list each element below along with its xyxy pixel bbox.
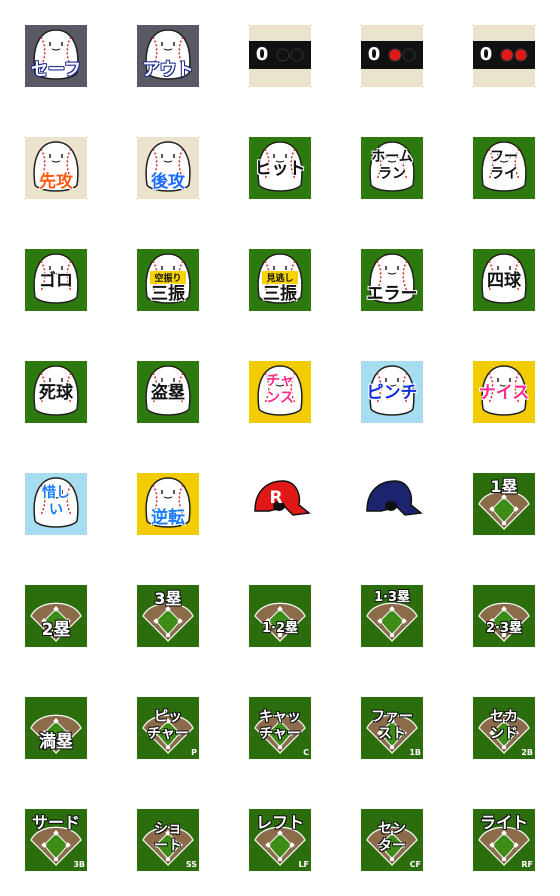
sticker-label: セカ ンド xyxy=(490,709,518,742)
sticker-label: ピッ チャー xyxy=(147,709,189,742)
sticker-tile[interactable]: チャ ンス xyxy=(249,361,311,423)
sticker-tile[interactable]: ナイス xyxy=(473,361,535,423)
sticker-label: 2·3塁 xyxy=(485,621,523,636)
sticker-label: チャ ンス xyxy=(266,373,294,406)
position-abbrev: P xyxy=(191,748,197,757)
sticker-label: R xyxy=(269,488,283,508)
sticker-tile[interactable]: サード 3B xyxy=(25,809,87,871)
position-abbrev: C xyxy=(303,748,309,757)
sticker-tile[interactable]: ヒット xyxy=(249,137,311,199)
sticker-tile[interactable]: R xyxy=(249,473,311,535)
sticker-tile[interactable]: ホーム ラン xyxy=(361,137,423,199)
sticker-label: 先攻 xyxy=(39,172,73,192)
sticker-tile[interactable]: ピッ チャー P xyxy=(137,697,199,759)
sticker-label: 後攻 xyxy=(151,172,185,192)
sticker-tile[interactable]: 2塁 xyxy=(25,585,87,647)
sticker-tile[interactable]: セーフ xyxy=(25,25,87,87)
sticker-label: 3塁 xyxy=(154,589,182,608)
sticker-label: 逆転 xyxy=(151,508,185,528)
sticker-tile[interactable]: エラー xyxy=(361,249,423,311)
sticker-tile[interactable]: 空振り 三振 xyxy=(137,249,199,311)
sticker-label: レフト xyxy=(255,813,304,832)
position-abbrev: 3B xyxy=(73,860,85,869)
sticker-tile[interactable]: 1·3塁 xyxy=(361,585,423,647)
sticker-tile[interactable]: ファー スト 1B xyxy=(361,697,423,759)
baseball-diamond-icon xyxy=(473,585,535,647)
baseball-diamond-icon xyxy=(249,585,311,647)
position-abbrev: 1B xyxy=(409,748,421,757)
sticker-tile[interactable]: フー ライ xyxy=(473,137,535,199)
sticker-tile[interactable]: 0 xyxy=(361,25,423,87)
sticker-label: ピンチ xyxy=(366,383,418,403)
sticker-tile[interactable]: 逆転 xyxy=(137,473,199,535)
sticker-label: フー ライ xyxy=(490,149,518,182)
sticker-label: アウト xyxy=(142,60,194,80)
sticker-label: エラー xyxy=(366,284,418,304)
sticker-tile[interactable]: ピンチ xyxy=(361,361,423,423)
sticker-tile[interactable]: セン ター CF xyxy=(361,809,423,871)
sticker-tile[interactable]: 後攻 xyxy=(137,137,199,199)
sticker-tile[interactable]: 惜し い xyxy=(25,473,87,535)
sticker-tile[interactable]: 2·3塁 xyxy=(473,585,535,647)
sticker-tile[interactable]: キャッ チャー C xyxy=(249,697,311,759)
sticker-label: 1塁 xyxy=(490,477,518,496)
batting-helmet-icon xyxy=(361,473,423,535)
sticker-label: ナイス xyxy=(478,383,530,403)
sticker-tile[interactable]: 見逃し 三振 xyxy=(249,249,311,311)
sticker-tile[interactable]: 死球 xyxy=(25,361,87,423)
sticker-caption-small: 空振り xyxy=(150,271,186,284)
sticker-label: 2塁 xyxy=(41,620,71,640)
sticker-tile[interactable]: 0 xyxy=(473,25,535,87)
sticker-tile[interactable]: ゴロ xyxy=(25,249,87,311)
sticker-tile[interactable]: ショ ート SS xyxy=(137,809,199,871)
sticker-label: ゴロ xyxy=(39,271,73,291)
sticker-tile[interactable]: セカ ンド 2B xyxy=(473,697,535,759)
sticker-tile[interactable]: 0 xyxy=(249,25,311,87)
sticker-tile[interactable]: 四球 xyxy=(473,249,535,311)
sticker-label: 死球 xyxy=(39,383,73,403)
sticker-label: 0 xyxy=(367,44,381,65)
sticker-tile[interactable]: 1·2塁 xyxy=(249,585,311,647)
sticker-label: 満塁 xyxy=(39,732,73,752)
sticker-label: 惜し い xyxy=(42,485,70,518)
sticker-label: 0 xyxy=(479,44,493,65)
position-abbrev: 2B xyxy=(521,748,533,757)
sticker-label: ライト xyxy=(479,813,528,832)
sticker-label: 1·2塁 xyxy=(261,621,299,636)
sticker-label: 0 xyxy=(255,44,269,65)
sticker-tile[interactable]: レフト LF xyxy=(249,809,311,871)
sticker-label: サード xyxy=(31,813,80,832)
sticker-label: 1·3塁 xyxy=(373,590,411,605)
position-abbrev: LF xyxy=(298,860,309,869)
sticker-label: 三振 xyxy=(151,284,185,304)
sticker-label: 四球 xyxy=(487,271,521,291)
sticker-tile[interactable]: 盗塁 xyxy=(137,361,199,423)
sticker-tile[interactable]: ライト RF xyxy=(473,809,535,871)
sticker-label: ショ ート xyxy=(154,821,182,854)
sticker-tile[interactable] xyxy=(361,473,423,535)
sticker-label: ヒット xyxy=(254,159,306,179)
sticker-label: 三振 xyxy=(263,284,297,304)
sticker-tile[interactable]: 満塁 xyxy=(25,697,87,759)
sticker-label: セーフ xyxy=(31,60,81,80)
sticker-tile[interactable]: 先攻 xyxy=(25,137,87,199)
sticker-label: 盗塁 xyxy=(151,383,185,403)
sticker-caption-small: 見逃し xyxy=(262,271,298,284)
position-abbrev: SS xyxy=(185,860,197,869)
sticker-grid: セーフ アウト 0 0 0 先攻 後攻 ヒット ホーム ラン フー ライ ゴロ … xyxy=(0,0,560,896)
position-abbrev: CF xyxy=(409,860,421,869)
sticker-tile[interactable]: アウト xyxy=(137,25,199,87)
position-abbrev: RF xyxy=(521,860,533,869)
sticker-tile[interactable]: 1塁 xyxy=(473,473,535,535)
sticker-label: ファー スト xyxy=(371,709,413,742)
sticker-label: セン ター xyxy=(378,821,406,854)
sticker-label: キャッ チャー xyxy=(259,709,301,742)
sticker-label: ホーム ラン xyxy=(371,149,413,182)
sticker-tile[interactable]: 3塁 xyxy=(137,585,199,647)
